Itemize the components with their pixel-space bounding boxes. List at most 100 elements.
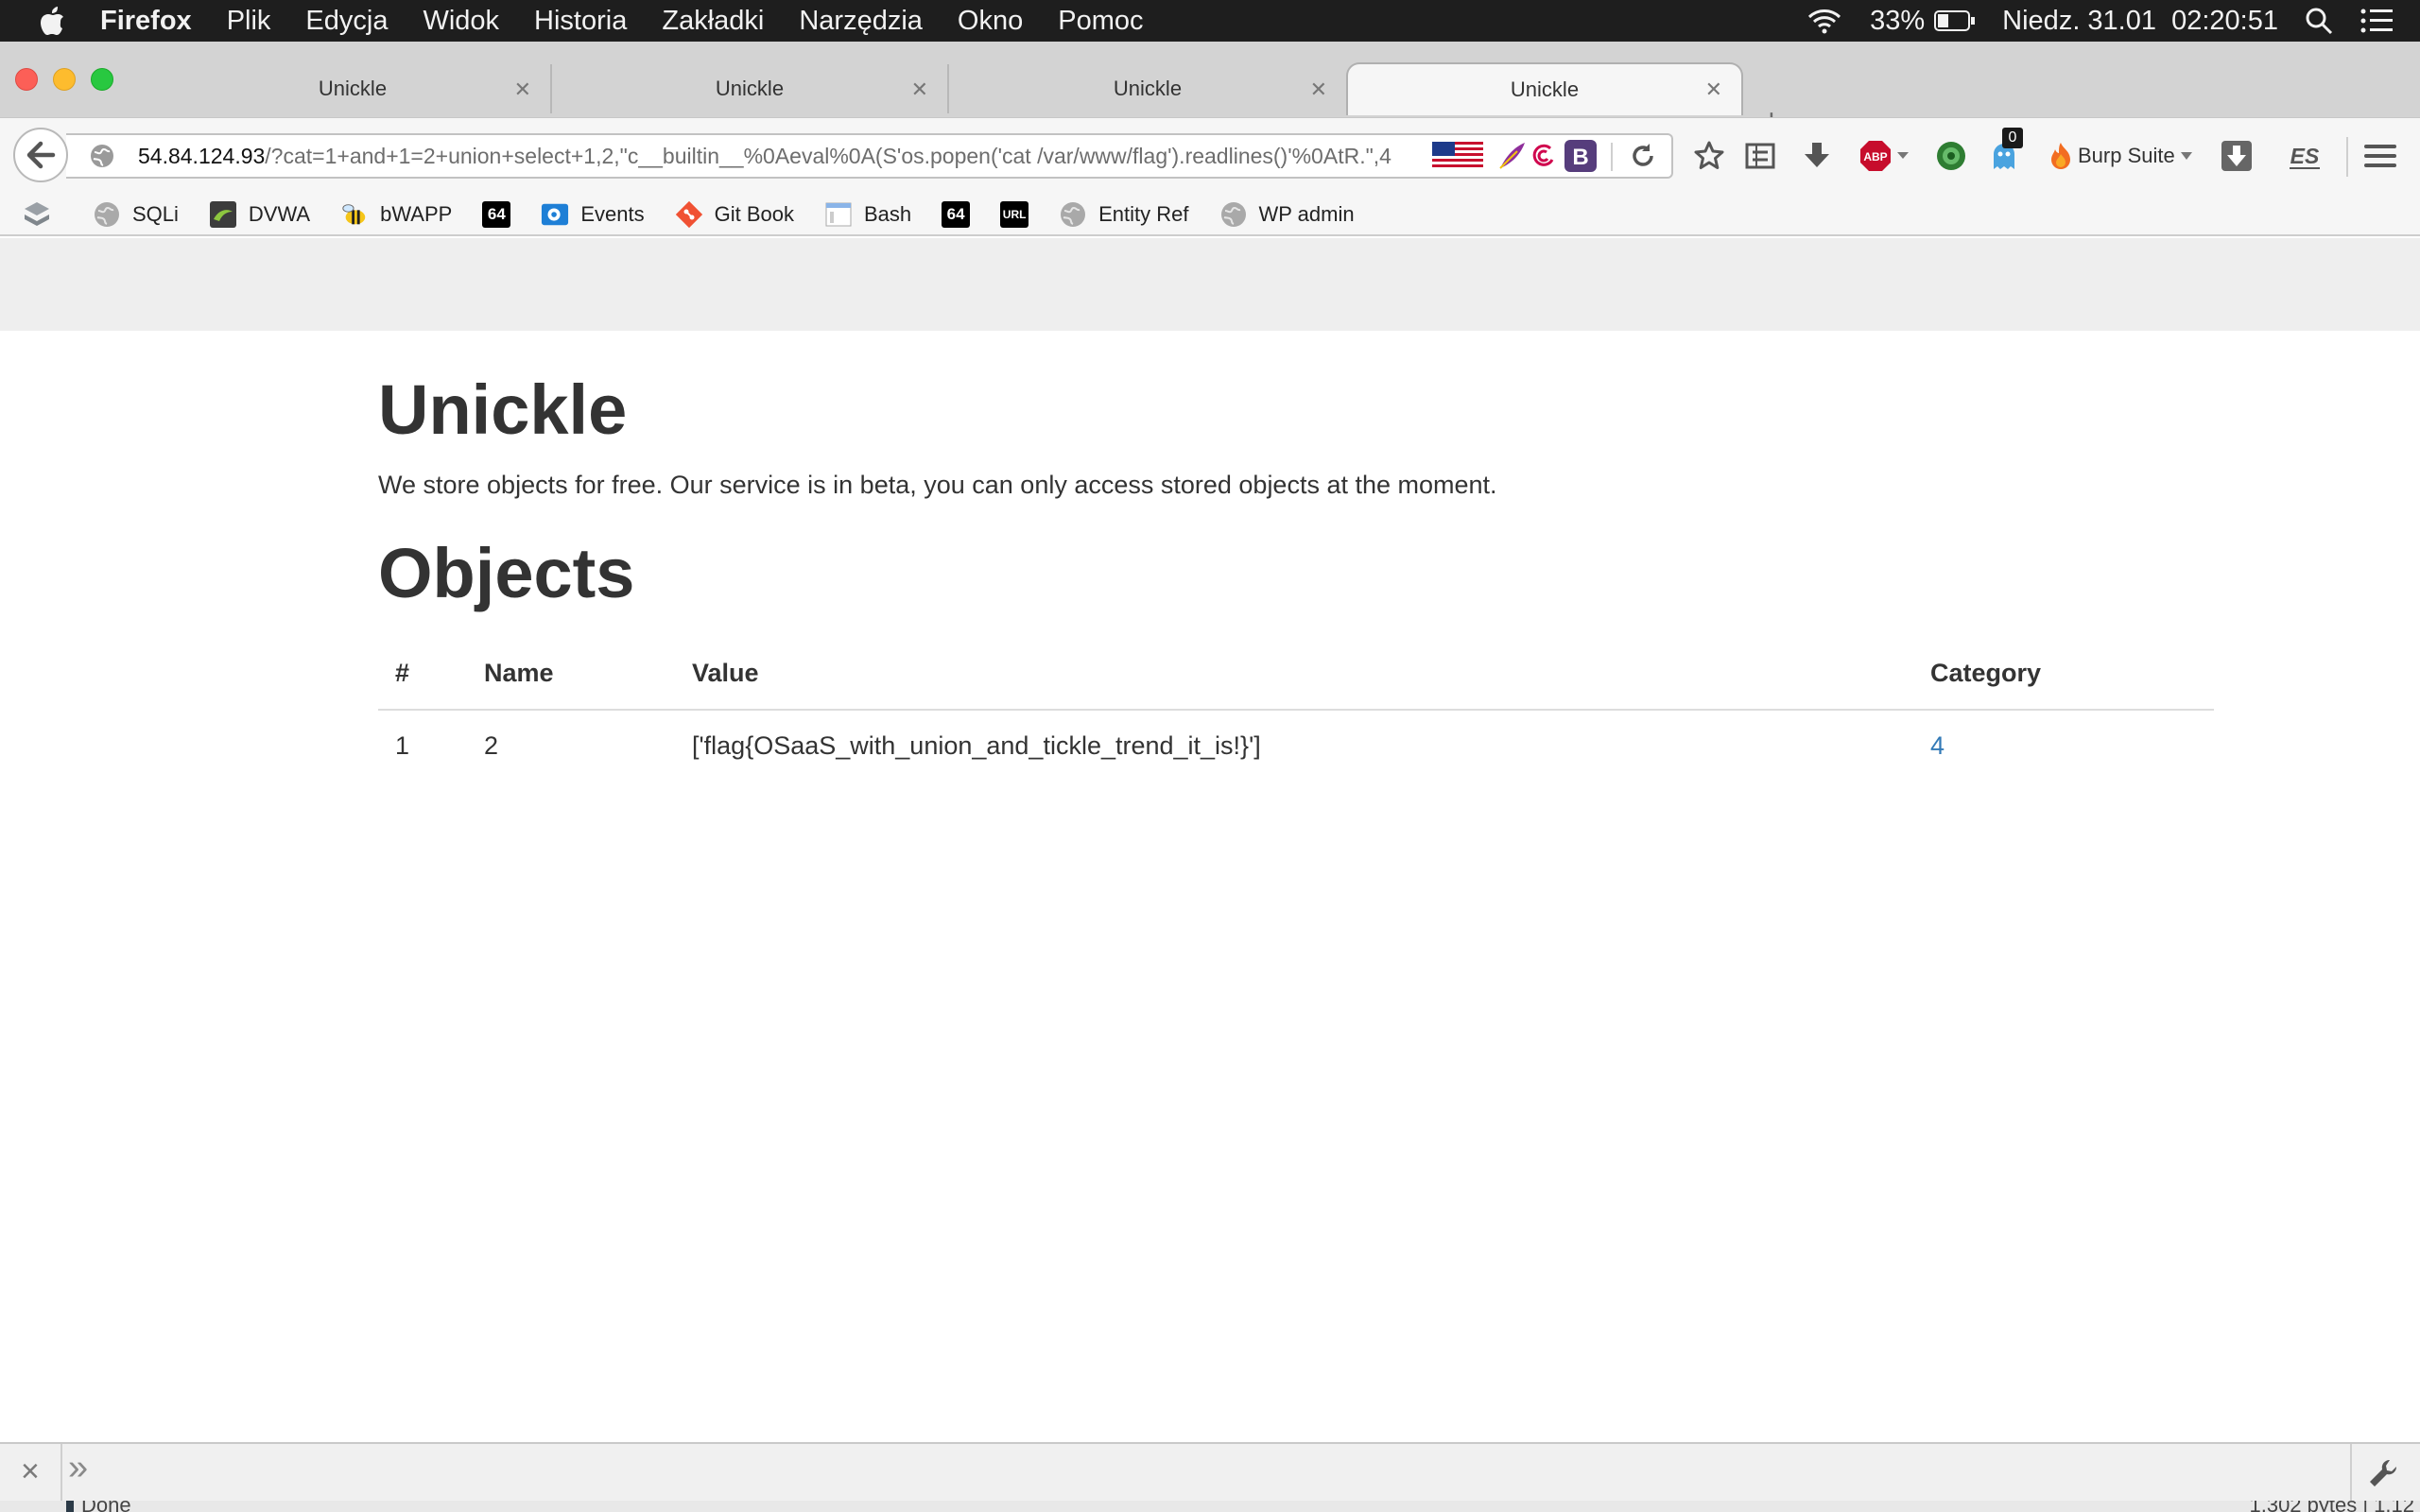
bee-icon	[340, 200, 369, 229]
svg-text:ABP: ABP	[1863, 150, 1887, 163]
menu-widok[interactable]: Widok	[423, 6, 499, 37]
bookmark-label: Events	[580, 202, 645, 226]
url-path[interactable]: /?cat=1+and+1=2+union+select+1,2,"c__bui…	[265, 144, 1392, 169]
svg-text:B: B	[1572, 145, 1588, 170]
close-icon[interactable]: ×	[21, 1453, 40, 1490]
zoom-window-button[interactable]	[91, 68, 113, 91]
tab-close-icon[interactable]: ✕	[911, 77, 928, 102]
bookmark-bash[interactable]: Bash	[824, 200, 911, 229]
bookmark-entity-ref[interactable]: Entity Ref	[1059, 200, 1189, 229]
bookmark-label: DVWA	[248, 202, 311, 226]
menu-app-firefox[interactable]: Firefox	[100, 6, 192, 37]
debian-swirl-icon[interactable]	[1526, 137, 1564, 175]
battery-icon[interactable]	[1934, 9, 1976, 32]
bookmark-git-book[interactable]: Git Book	[675, 200, 794, 229]
tab-close-icon[interactable]: ✕	[1705, 77, 1722, 102]
wifi-icon[interactable]	[1806, 7, 1843, 35]
svg-text:ES: ES	[2290, 144, 2320, 168]
burp-suite-button[interactable]: Burp Suite	[2048, 137, 2199, 175]
close-window-button[interactable]	[15, 68, 38, 91]
column-header-name: Name	[467, 638, 675, 711]
bookmark-events[interactable]: Events	[541, 200, 645, 229]
es-language-icon[interactable]: ES	[2278, 137, 2331, 175]
adblock-plus-icon[interactable]: ABP	[1858, 137, 1915, 175]
base64-icon: 64	[482, 201, 511, 228]
macos-menubar: Firefox Plik Edycja Widok Historia Zakła…	[0, 0, 2420, 42]
menu-historia[interactable]: Historia	[534, 6, 627, 37]
bookmark-label: Bash	[863, 202, 912, 226]
bookmark-stack[interactable]	[23, 200, 62, 229]
tab-title: Unickle	[715, 77, 785, 100]
notification-center-icon[interactable]	[2360, 8, 2394, 34]
menu-pomoc[interactable]: Pomoc	[1058, 6, 1143, 37]
status-text: Done	[66, 1501, 131, 1512]
spotlight-search-icon[interactable]	[2305, 7, 2333, 35]
page-content: Unickle We store objects for free. Our s…	[378, 331, 2214, 782]
download-arrow-icon[interactable]	[1798, 137, 1836, 175]
bookmark-base64-1[interactable]: 64	[482, 201, 511, 228]
green-shield-icon[interactable]	[1932, 137, 1970, 175]
bash-icon	[824, 200, 853, 229]
wrench-icon[interactable]	[2367, 1457, 2399, 1494]
hamburger-menu-icon[interactable]	[2361, 137, 2399, 175]
tab-3[interactable]: Unickle ✕	[949, 64, 1346, 113]
bottom-toolbar: × »	[0, 1442, 2420, 1501]
toolbar-divider	[2346, 137, 2348, 177]
objects-table: # Name Value Category 1 2 ['flag{OSaaS_w…	[378, 638, 2214, 782]
download-manager-icon[interactable]	[2218, 137, 2256, 175]
globe-icon	[93, 200, 121, 229]
menu-zakladki[interactable]: Zakładki	[662, 6, 764, 37]
tab-1[interactable]: Unickle ✕	[155, 64, 552, 113]
bookmark-base64-2[interactable]: 64	[942, 201, 971, 228]
urlbar-divider	[1611, 143, 1613, 171]
dvwa-icon	[209, 200, 237, 229]
globe-icon	[1059, 200, 1087, 229]
category-link[interactable]: 4	[1930, 731, 1945, 760]
battery-percent: 33%	[1870, 5, 1926, 36]
site-identity-globe-icon[interactable]	[89, 143, 115, 169]
bookmark-wp-admin[interactable]: WP admin	[1219, 200, 1355, 229]
reload-icon[interactable]	[1624, 137, 1662, 175]
menu-plik[interactable]: Plik	[227, 6, 271, 37]
page-header-band	[0, 238, 2420, 331]
tab-title: Unickle	[318, 77, 388, 100]
tab-4-active[interactable]: Unickle ✕	[1346, 62, 1743, 115]
menu-narzedzia[interactable]: Narzędzia	[799, 6, 923, 37]
tab-close-icon[interactable]: ✕	[514, 77, 531, 102]
tab-title: Unickle	[1510, 77, 1580, 101]
burp-suite-label: Burp Suite	[2078, 144, 2175, 167]
bookmark-url[interactable]: URL	[1000, 201, 1029, 228]
us-flag-icon[interactable]	[1431, 137, 1484, 175]
git-icon	[675, 200, 703, 229]
cell-name: 2	[484, 731, 499, 760]
column-header-number: #	[378, 638, 467, 711]
apple-icon[interactable]	[36, 4, 70, 38]
bookmark-label: WP admin	[1258, 202, 1355, 226]
back-button[interactable]	[13, 128, 68, 182]
cell-id: 1	[395, 731, 410, 760]
minimize-window-button[interactable]	[53, 68, 76, 91]
bookmark-label: bWAPP	[380, 202, 453, 226]
menu-edycja[interactable]: Edycja	[305, 6, 388, 37]
double-chevron-icon[interactable]: »	[68, 1448, 88, 1488]
tab-close-icon[interactable]: ✕	[1310, 77, 1327, 102]
menu-okno[interactable]: Okno	[958, 6, 1023, 37]
clock[interactable]: Niedz. 31.01 02:20:51	[2002, 6, 2278, 37]
base64-icon: 64	[942, 201, 971, 228]
chevron-down-icon	[2180, 152, 2192, 160]
table-row: 1 2 ['flag{OSaaS_with_union_and_tickle_t…	[378, 710, 2214, 782]
objects-heading: Objects	[378, 534, 635, 612]
bookmark-star-icon[interactable]	[1690, 137, 1728, 175]
bookmark-dvwa[interactable]: DVWA	[209, 200, 310, 229]
status-size: 1,302 bytes | 1.12	[2249, 1501, 2414, 1512]
bookmark-label: Git Book	[714, 202, 794, 226]
tab-2[interactable]: Unickle ✕	[552, 64, 949, 113]
stack-icon	[23, 200, 51, 229]
events-icon	[541, 200, 569, 229]
bootstrap-b-icon[interactable]: B	[1562, 137, 1599, 175]
bookmark-bwapp[interactable]: bWAPP	[340, 200, 452, 229]
reading-list-icon[interactable]	[1741, 137, 1779, 175]
ghostery-count-badge: 0	[2002, 128, 2023, 148]
url-host[interactable]: 54.84.124.93	[138, 144, 265, 169]
bookmark-sqli[interactable]: SQLi	[93, 200, 179, 229]
